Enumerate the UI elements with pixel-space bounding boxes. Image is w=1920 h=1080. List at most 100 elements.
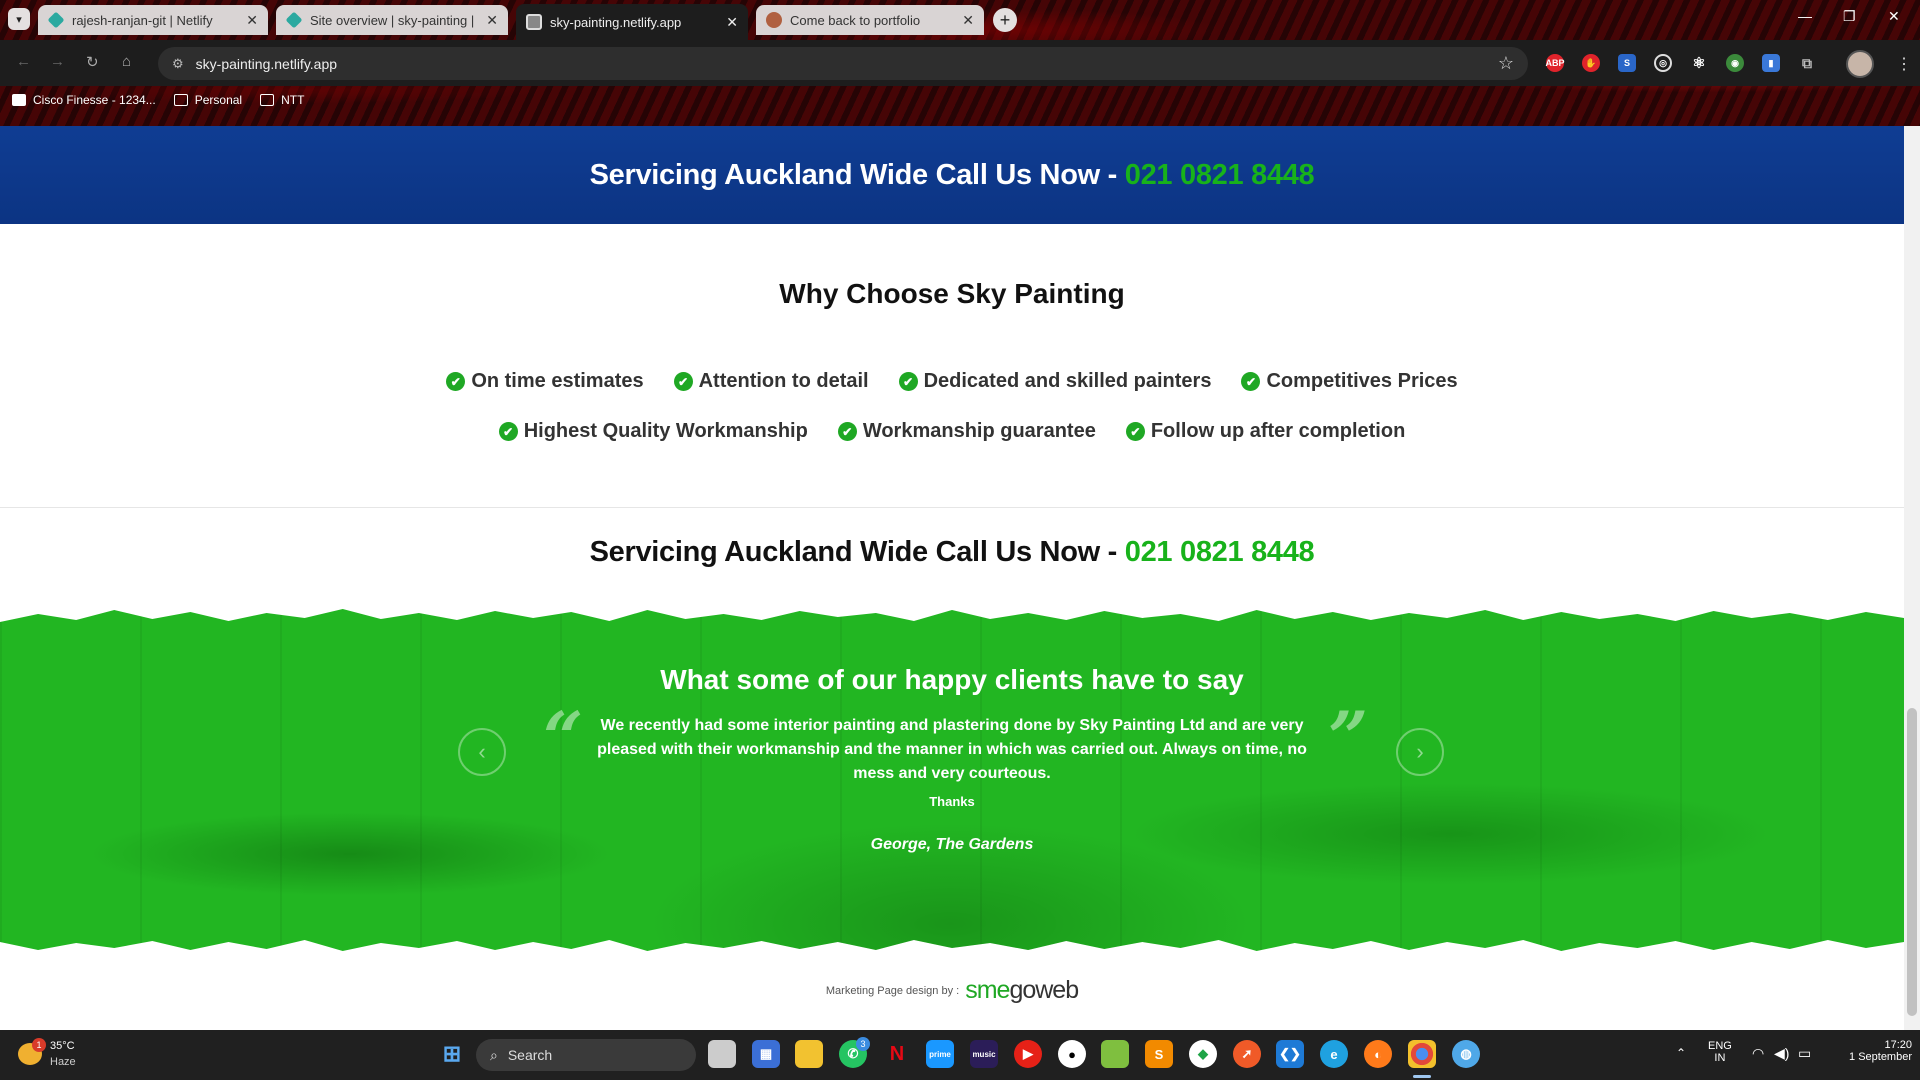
tab-title: rajesh-ranjan-git | Netlify [72, 12, 213, 28]
postman-icon[interactable]: ➚ [1233, 1040, 1261, 1068]
clock[interactable]: 17:20 1 September [1828, 1039, 1912, 1063]
react-devtools-icon[interactable]: ⚛ [1690, 54, 1708, 72]
bookmark-label: NTT [281, 93, 305, 107]
folder-icon [173, 94, 188, 106]
clock-time: 17:20 [1884, 1039, 1912, 1051]
close-icon[interactable]: ✕ [486, 12, 498, 29]
mongodb-compass-icon[interactable]: ◆ [1189, 1040, 1217, 1068]
close-quote-icon: ” [1328, 696, 1369, 779]
feature-label: Highest Quality Workmanship [523, 420, 808, 442]
tab-sky-painting[interactable]: sky-painting.netlify.app ✕ [516, 4, 748, 40]
features-row-1: ✔ On time estimates ✔ Attention to detail … [0, 370, 1904, 393]
prev-arrow-button[interactable]: ‹ [458, 728, 506, 776]
bookmark-cisco[interactable]: Cisco Finesse - 1234... [12, 93, 156, 107]
window-close-icon[interactable]: ✕ [1888, 8, 1900, 25]
home-icon[interactable]: ⌂ [122, 53, 131, 70]
bookmark-folder-personal[interactable]: Personal [173, 93, 242, 107]
amazon-music-icon[interactable]: music [970, 1040, 998, 1068]
weather-temp[interactable]: 35°C [50, 1040, 75, 1052]
taskbar-search[interactable]: ⌕ Search [476, 1039, 696, 1071]
footer-credit: Marketing Page design by : [825, 984, 960, 997]
battery-icon[interactable]: ▭ [1798, 1045, 1811, 1062]
testimonial-author: George, The Gardens [870, 836, 1034, 853]
clock-date: 1 September [1849, 1051, 1912, 1063]
browser-chrome: ▾ rajesh-ranjan-git | Netlify ✕ Site ove… [0, 0, 1920, 126]
tab-site-overview[interactable]: Site overview | sky-painting | Ne ✕ [276, 5, 508, 35]
s-extension-icon[interactable]: S [1618, 54, 1636, 72]
paint-extension-icon[interactable]: ◉ [1726, 54, 1744, 72]
file-explorer-icon[interactable] [795, 1040, 823, 1068]
tray-overflow-icon[interactable]: ⌃ [1676, 1046, 1686, 1060]
bookmark-star-icon[interactable]: ☆ [1498, 53, 1514, 74]
feature-label: Competitives Prices [1266, 370, 1458, 392]
scrollbar-thumb[interactable] [1907, 708, 1917, 1016]
phone-link[interactable]: 021 0821 8448 [1125, 536, 1315, 568]
task-view-icon[interactable] [708, 1040, 736, 1068]
adblock-icon[interactable]: ✋ [1582, 54, 1600, 72]
bookmark-folder-ntt[interactable]: NTT [260, 93, 304, 107]
netlify-icon [47, 11, 65, 29]
close-icon[interactable]: ✕ [962, 12, 974, 29]
feature-item: ✔ Workmanship guarantee [837, 420, 1096, 443]
tab-title: Come back to portfolio [790, 12, 921, 28]
extensions-puzzle-icon[interactable]: ⧉ [1798, 54, 1816, 72]
youtube-icon[interactable]: ▶ [1014, 1040, 1042, 1068]
logo-part-1: sme [965, 976, 1010, 1004]
prime-video-icon[interactable]: prime [926, 1040, 954, 1068]
page-viewport: Servicing Auckland Wide Call Us Now - 02… [0, 126, 1904, 1030]
wifi-icon[interactable]: ◠ [1752, 1045, 1764, 1062]
sublime-text-icon[interactable]: S [1145, 1040, 1173, 1068]
chrome-icon[interactable] [1408, 1040, 1436, 1068]
check-circle-icon: ✔ [898, 372, 918, 391]
reload-icon[interactable]: ↻ [86, 53, 99, 71]
feature-item: ✔ Attention to detail [673, 370, 869, 393]
search-placeholder: Search [507, 1047, 553, 1063]
close-icon[interactable]: ✕ [726, 14, 738, 31]
feature-label: Attention to detail [698, 370, 869, 392]
netflix-icon[interactable]: N [883, 1040, 911, 1068]
testimonial-thanks: Thanks [929, 794, 975, 809]
notepad-icon[interactable] [1101, 1040, 1129, 1068]
github-icon[interactable]: ● [1058, 1040, 1086, 1068]
firefox-icon[interactable]: ◐ [1364, 1040, 1392, 1068]
smegoweb-logo[interactable]: smegoweb [965, 976, 1079, 1005]
tab-search-button[interactable]: ▾ [8, 8, 30, 30]
feature-label: On time estimates [471, 370, 644, 392]
forward-icon[interactable]: → [50, 53, 65, 70]
weather-desc[interactable]: Haze [50, 1056, 76, 1068]
check-circle-icon: ✔ [837, 422, 857, 441]
address-bar[interactable]: ⚙ sky-painting.netlify.app ☆ [158, 47, 1528, 80]
file-extension-icon[interactable]: ▮ [1762, 54, 1780, 72]
restore-icon[interactable]: ❐ [1843, 8, 1856, 25]
back-icon[interactable]: ← [16, 53, 31, 70]
why-choose-heading: Why Choose Sky Painting [779, 278, 1125, 309]
target-extension-icon[interactable]: ◎ [1654, 54, 1672, 72]
windows-start-icon[interactable]: ⊞ [438, 1040, 466, 1068]
next-arrow-button[interactable]: › [1396, 728, 1444, 776]
feature-item: ✔ Competitives Prices [1241, 370, 1458, 393]
check-circle-icon: ✔ [1241, 372, 1261, 391]
feature-label: Dedicated and skilled painters [923, 370, 1212, 392]
new-tab-button[interactable]: + [993, 8, 1017, 32]
minimize-icon[interactable]: — [1798, 8, 1812, 24]
tab-netlify-account[interactable]: rajesh-ranjan-git | Netlify ✕ [38, 5, 268, 35]
cta-text: Servicing Auckland Wide Call Us Now - [589, 158, 1125, 191]
cta-heading-2: Servicing Auckland Wide Call Us Now - 02… [0, 536, 1904, 569]
edge-icon[interactable]: e [1320, 1040, 1348, 1068]
vscode-icon[interactable]: ❮❯ [1276, 1040, 1304, 1068]
store-icon[interactable]: ▦ [752, 1040, 780, 1068]
site-info-icon[interactable]: ⚙ [172, 56, 184, 72]
profile-avatar[interactable] [1846, 50, 1874, 78]
adblock-plus-icon[interactable]: ABP [1546, 54, 1565, 72]
search-icon: ⌕ [490, 1046, 498, 1063]
close-icon[interactable]: ✕ [246, 12, 258, 29]
tab-portfolio[interactable]: Come back to portfolio ✕ [756, 5, 984, 35]
more-menu-icon[interactable]: ⋮ [1896, 54, 1912, 74]
region-code: IN [1714, 1052, 1726, 1064]
volume-icon[interactable]: ◀) [1774, 1045, 1789, 1062]
phone-link[interactable]: 021 0821 8448 [1125, 159, 1315, 191]
globe-icon[interactable]: ◍ [1452, 1040, 1480, 1068]
check-circle-icon: ✔ [498, 422, 518, 441]
check-circle-icon: ✔ [446, 372, 466, 391]
language-indicator[interactable]: ENG IN [1708, 1040, 1732, 1064]
